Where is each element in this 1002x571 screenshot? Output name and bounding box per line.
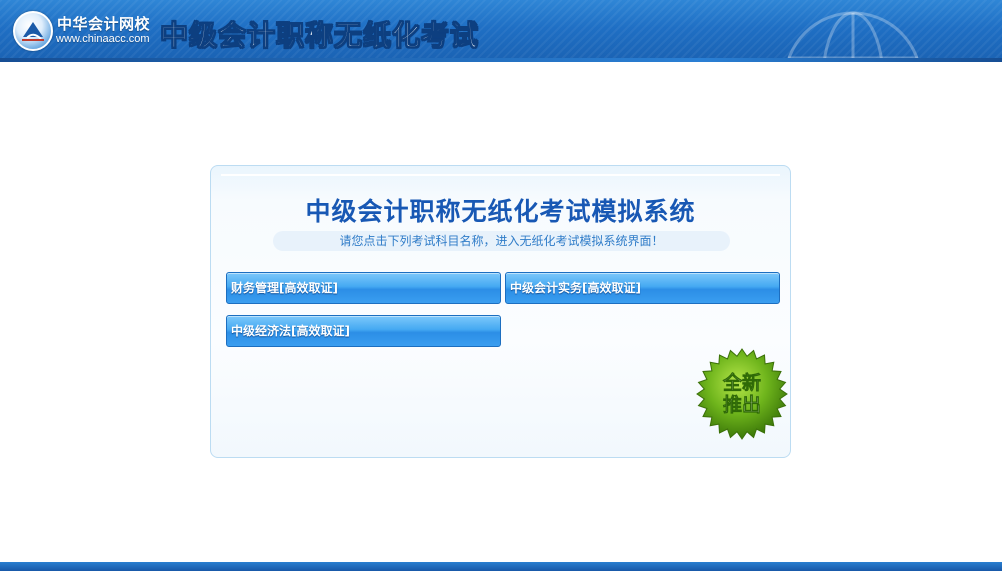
panel-instruction: 请您点击下列考试科目名称，进入无纸化考试模拟系统界面！	[273, 231, 730, 251]
globe-watermark-icon	[786, 11, 920, 62]
panel-title: 中级会计职称无纸化考试模拟系统	[305, 197, 696, 226]
badge-line1: 全新	[722, 371, 761, 394]
chinaacc-logo-icon[interactable]	[13, 11, 53, 51]
bottom-bar	[0, 562, 1002, 571]
new-launch-badge: 全新 推出	[696, 348, 788, 440]
subject-button-accounting-practice[interactable]: 中级会计实务[高效取证]	[505, 272, 780, 304]
logo-name[interactable]: 中华会计网校	[57, 13, 150, 34]
panel-highlight	[221, 174, 780, 176]
logo-url[interactable]: www.chinaacc.com	[56, 33, 150, 45]
page-title: 中级会计职称无纸化考试	[159, 19, 480, 53]
badge-line2: 推出	[723, 393, 761, 416]
subject-button-financial-management[interactable]: 财务管理[高效取证]	[226, 272, 501, 304]
exam-selection-panel: 中级会计职称无纸化考试模拟系统 请您点击下列考试科目名称，进入无纸化考试模拟系统…	[210, 165, 791, 458]
subject-button-economic-law[interactable]: 中级经济法[高效取证]	[226, 315, 501, 347]
top-banner: 中华会计网校 www.chinaacc.com 中级会计职称无纸化考试	[0, 0, 1002, 62]
